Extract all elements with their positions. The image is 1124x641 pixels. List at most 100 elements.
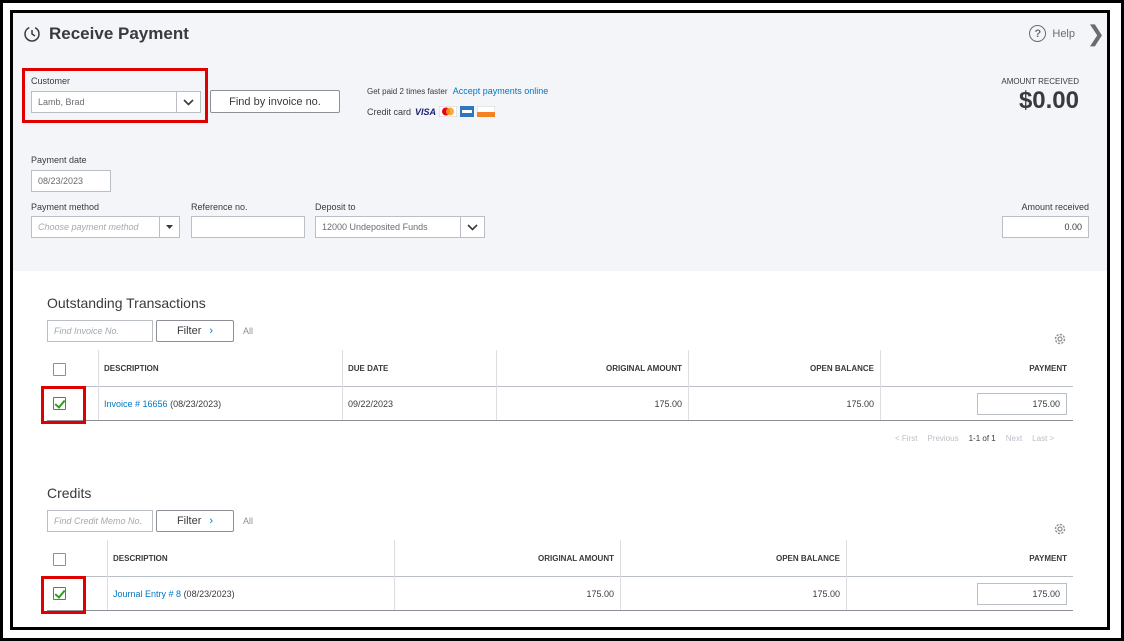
select-all-checkbox[interactable] [53, 553, 66, 566]
payment-method-placeholder: Choose payment method [38, 222, 139, 232]
column-header-original-amount[interactable]: ORIGINAL AMOUNT [606, 364, 682, 373]
payment-date-value: 08/23/2023 [38, 176, 84, 186]
deposit-value: 12000 Undeposited Funds [322, 222, 428, 232]
table-bottom-border [47, 420, 1073, 421]
column-header-description[interactable]: DESCRIPTION [113, 554, 168, 563]
outstanding-all-label: All [243, 326, 254, 336]
amount-received-input[interactable]: 0.00 [1002, 216, 1089, 238]
column-header-original-amount[interactable]: ORIGINAL AMOUNT [538, 554, 614, 563]
chevron-down-icon[interactable] [460, 217, 484, 237]
filter-label: Filter [176, 515, 202, 527]
table-row-divider [47, 576, 1073, 577]
row-description: Journal Entry # 8 (08/23/2023) [113, 589, 235, 599]
table-bottom-border [47, 610, 1073, 611]
row-original-amount: 175.00 [654, 399, 682, 409]
find-by-invoice-button[interactable]: Find by invoice no. [210, 90, 340, 113]
promo-line: Get paid 2 times faster [367, 87, 448, 96]
discover-icon [477, 106, 496, 117]
column-divider [880, 350, 881, 420]
column-header-open-balance[interactable]: OPEN BALANCE [776, 554, 840, 563]
column-divider [846, 540, 847, 610]
help-button[interactable]: ? Help [1029, 25, 1075, 42]
amex-icon [460, 106, 475, 117]
page-title: Receive Payment [49, 24, 189, 43]
chevron-right-icon: › [209, 325, 214, 337]
gear-icon[interactable] [1053, 522, 1067, 536]
credits-filter-button[interactable]: Filter › [156, 510, 234, 532]
pager-first[interactable]: < First [895, 434, 917, 443]
column-divider [98, 350, 99, 420]
reference-label: Reference no. [191, 202, 248, 212]
journal-entry-date: (08/23/2023) [183, 589, 235, 599]
table-row-divider [47, 386, 1073, 387]
receive-payment-page: Receive Payment ? Help ❯ Customer Lamb, … [10, 10, 1110, 630]
row-due-date: 09/22/2023 [348, 399, 394, 409]
outstanding-title: Outstanding Transactions [47, 295, 206, 311]
outstanding-filter-button[interactable]: Filter › [156, 320, 234, 342]
column-divider [620, 540, 621, 610]
pager-next[interactable]: Next [1006, 434, 1022, 443]
find-credit-memo-input[interactable]: Find Credit Memo No. [47, 510, 153, 532]
visa-icon: VISA [415, 107, 436, 117]
pager-last[interactable]: Last > [1032, 434, 1054, 443]
credit-card-label: Credit card [367, 106, 412, 117]
payment-value: 175.00 [1032, 589, 1060, 599]
payment-value: 175.00 [1032, 399, 1060, 409]
column-divider [107, 540, 108, 610]
help-label: Help [1052, 27, 1075, 40]
payment-method-label: Payment method [31, 202, 100, 212]
checkbox-highlight-box [41, 576, 86, 614]
amount-received-label: AMOUNT RECEIVED [1001, 77, 1079, 86]
row-open-balance: 175.00 [846, 399, 874, 409]
payment-date-label: Payment date [31, 155, 87, 165]
column-divider [394, 540, 395, 610]
row-open-balance: 175.00 [812, 589, 840, 599]
pagination: < First Previous 1-1 of 1 Next Last > [895, 434, 1054, 443]
gear-icon[interactable] [1053, 332, 1067, 346]
amount-received-field-label: Amount received [1021, 202, 1089, 212]
column-divider [342, 350, 343, 420]
close-icon[interactable]: ❯ [1087, 21, 1105, 47]
credits-all-label: All [243, 516, 254, 526]
pager-range: 1-1 of 1 [968, 434, 996, 443]
payment-date-input[interactable]: 08/23/2023 [31, 170, 111, 192]
accept-payments-link[interactable]: Accept payments online [453, 86, 549, 96]
invoice-link[interactable]: Invoice # 16656 [104, 399, 168, 409]
payment-header-panel: Receive Payment ? Help ❯ Customer Lamb, … [13, 13, 1107, 271]
journal-entry-link[interactable]: Journal Entry # 8 [113, 589, 181, 599]
column-header-payment[interactable]: PAYMENT [1029, 364, 1067, 373]
select-all-checkbox[interactable] [53, 363, 66, 376]
column-header-payment[interactable]: PAYMENT [1029, 554, 1067, 563]
customer-highlight-box [22, 68, 208, 123]
invoice-date: (08/23/2023) [170, 399, 222, 409]
column-header-description[interactable]: DESCRIPTION [104, 364, 159, 373]
deposit-label: Deposit to [315, 202, 356, 212]
find-invoice-input[interactable]: Find Invoice No. [47, 320, 153, 342]
payment-input[interactable]: 175.00 [977, 393, 1067, 415]
caret-down-icon[interactable] [159, 217, 179, 237]
find-invoice-placeholder: Find Invoice No. [54, 326, 120, 336]
pager-previous[interactable]: Previous [927, 434, 958, 443]
column-divider [496, 350, 497, 420]
row-original-amount: 175.00 [586, 589, 614, 599]
promo-text: Get paid 2 times faster Accept payments … [367, 86, 548, 96]
row-description: Invoice # 16656 (08/23/2023) [104, 399, 221, 409]
amount-received-field-value: 0.00 [1064, 222, 1082, 232]
mastercard-icon [439, 106, 458, 117]
find-credit-memo-placeholder: Find Credit Memo No. [54, 516, 143, 526]
column-header-open-balance[interactable]: OPEN BALANCE [810, 364, 874, 373]
column-header-due-date[interactable]: DUE DATE [348, 364, 388, 373]
payment-input[interactable]: 175.00 [977, 583, 1067, 605]
payment-method-select[interactable]: Choose payment method [31, 216, 180, 238]
checkbox-highlight-box [41, 386, 86, 424]
column-divider [688, 350, 689, 420]
credits-title: Credits [47, 485, 92, 501]
credit-card-row: Credit card VISA [367, 106, 496, 117]
svg-text:VISA: VISA [415, 107, 436, 117]
history-icon[interactable] [23, 25, 41, 43]
deposit-select[interactable]: 12000 Undeposited Funds [315, 216, 485, 238]
help-icon: ? [1029, 25, 1047, 42]
amount-received-value: $0.00 [1018, 87, 1079, 114]
reference-input[interactable] [191, 216, 305, 238]
chevron-right-icon: › [209, 515, 214, 527]
